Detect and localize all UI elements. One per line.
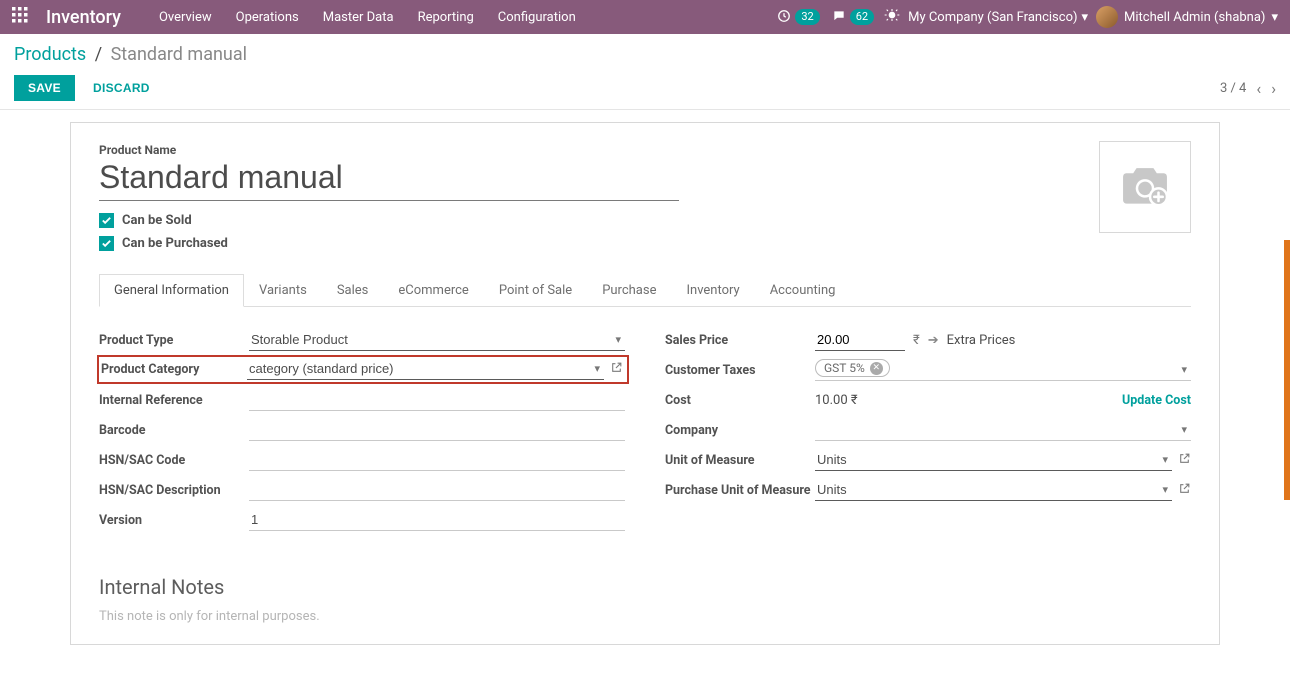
tax-tag-label: GST 5% [824,361,865,375]
messages-badge: 62 [850,9,874,25]
currency-symbol: ₹ [913,333,920,348]
menu-operations[interactable]: Operations [226,2,309,33]
customer-taxes-label: Customer Taxes [665,363,815,378]
tab-inventory[interactable]: Inventory [671,274,754,307]
tag-remove-icon[interactable]: ✕ [870,362,883,375]
activities-badge: 32 [795,9,819,25]
version-label: Version [99,513,249,528]
caret-down-icon: ▾ [1082,10,1089,25]
external-link-icon[interactable] [1178,482,1191,499]
tax-tag[interactable]: GST 5% ✕ [815,359,890,377]
pager-text: 3 / 4 [1220,81,1246,96]
control-bar: Products / Standard manual SAVE DISCARD … [0,34,1290,110]
product-type-select[interactable] [249,329,625,351]
pager-next[interactable]: › [1271,79,1276,98]
purchase-uom-label: Purchase Unit of Measure [665,483,815,498]
menu-master-data[interactable]: Master Data [313,2,404,33]
hsn-code-label: HSN/SAC Code [99,453,249,468]
version-input[interactable] [249,509,625,531]
product-image-placeholder[interactable] [1099,141,1191,233]
save-button[interactable]: SAVE [14,75,75,101]
form-sheet: Product Name Can be Sold Can be Purchase… [70,122,1220,645]
internal-reference-label: Internal Reference [99,393,249,408]
product-name-input[interactable] [99,157,679,201]
purchase-uom-select[interactable] [815,479,1172,501]
pager-prev[interactable]: ‹ [1256,79,1261,98]
product-name-label: Product Name [99,143,1191,157]
product-category-select[interactable] [247,358,604,380]
menu-configuration[interactable]: Configuration [488,2,586,33]
can-be-sold-label: Can be Sold [122,213,192,228]
tabs: General Information Variants Sales eComm… [99,273,1191,307]
hsn-desc-input[interactable] [249,479,625,501]
cost-label: Cost [665,393,815,408]
chat-icon [832,9,846,26]
avatar [1096,6,1118,28]
activities-button[interactable]: 32 [775,8,821,27]
sales-price-label: Sales Price [665,333,815,348]
internal-notes-heading: Internal Notes [99,575,1191,599]
company-switcher[interactable]: My Company (San Francisco) ▾ [908,10,1088,25]
discard-button[interactable]: DISCARD [83,75,160,101]
checkbox-checked-icon [99,213,114,228]
can-be-sold-checkbox[interactable]: Can be Sold [99,213,1191,228]
can-be-purchased-label: Can be Purchased [122,236,228,251]
tab-accounting[interactable]: Accounting [755,274,851,307]
checkbox-checked-icon [99,236,114,251]
messages-button[interactable]: 62 [830,8,876,27]
user-menu[interactable]: Mitchell Admin (shabna) ▾ [1096,6,1278,28]
internal-reference-input[interactable] [249,389,625,411]
left-column: Product Type ▾ Product Category ▾ [99,325,625,535]
tab-purchase[interactable]: Purchase [587,274,671,307]
scrollbar[interactable] [1284,240,1290,500]
company-select[interactable] [815,419,1191,441]
uom-select[interactable] [815,449,1172,471]
tab-general-information[interactable]: General Information [99,274,244,307]
uom-label: Unit of Measure [665,453,815,468]
arrow-right-icon: ➔ [928,333,939,348]
extra-prices-link[interactable]: Extra Prices [947,333,1016,348]
company-label: Company [665,423,815,438]
internal-notes-input[interactable]: This note is only for internal purposes. [99,609,1191,624]
breadcrumb: Products / Standard manual [14,44,1276,65]
update-cost-button[interactable]: Update Cost [1122,393,1191,408]
breadcrumb-root[interactable]: Products [14,44,86,65]
company-name: My Company (San Francisco) [908,10,1077,25]
camera-plus-icon [1118,163,1172,211]
barcode-label: Barcode [99,423,249,438]
app-title[interactable]: Inventory [46,7,121,28]
tab-point-of-sale[interactable]: Point of Sale [484,274,587,307]
apps-icon[interactable] [12,7,28,27]
pager: 3 / 4 ‹ › [1220,79,1276,98]
sales-price-input[interactable] [815,329,905,351]
hsn-code-input[interactable] [249,449,625,471]
tab-sales[interactable]: Sales [322,274,384,307]
external-link-icon[interactable] [1178,452,1191,469]
barcode-input[interactable] [249,419,625,441]
clock-icon [777,9,791,26]
menu-reporting[interactable]: Reporting [408,2,484,33]
breadcrumb-sep: / [91,44,106,65]
debug-icon[interactable] [884,7,900,27]
product-category-label: Product Category [101,362,247,377]
product-type-label: Product Type [99,333,249,348]
caret-down-icon: ▾ [1271,10,1278,25]
navbar-right: 32 62 My Company (San Francisco) ▾ Mitch… [775,6,1278,28]
hsn-desc-label: HSN/SAC Description [99,483,249,498]
main-menu: Overview Operations Master Data Reportin… [149,2,586,33]
menu-overview[interactable]: Overview [149,2,222,33]
navbar: Inventory Overview Operations Master Dat… [0,0,1290,34]
right-column: Sales Price ₹ ➔ Extra Prices Customer Ta… [665,325,1191,535]
breadcrumb-current: Standard manual [111,44,247,65]
user-name: Mitchell Admin (shabna) [1124,10,1265,25]
cost-value: 10.00 ₹ [815,393,858,408]
tab-ecommerce[interactable]: eCommerce [383,274,483,307]
external-link-icon[interactable] [610,361,623,378]
tab-variants[interactable]: Variants [244,274,322,307]
can-be-purchased-checkbox[interactable]: Can be Purchased [99,236,1191,251]
